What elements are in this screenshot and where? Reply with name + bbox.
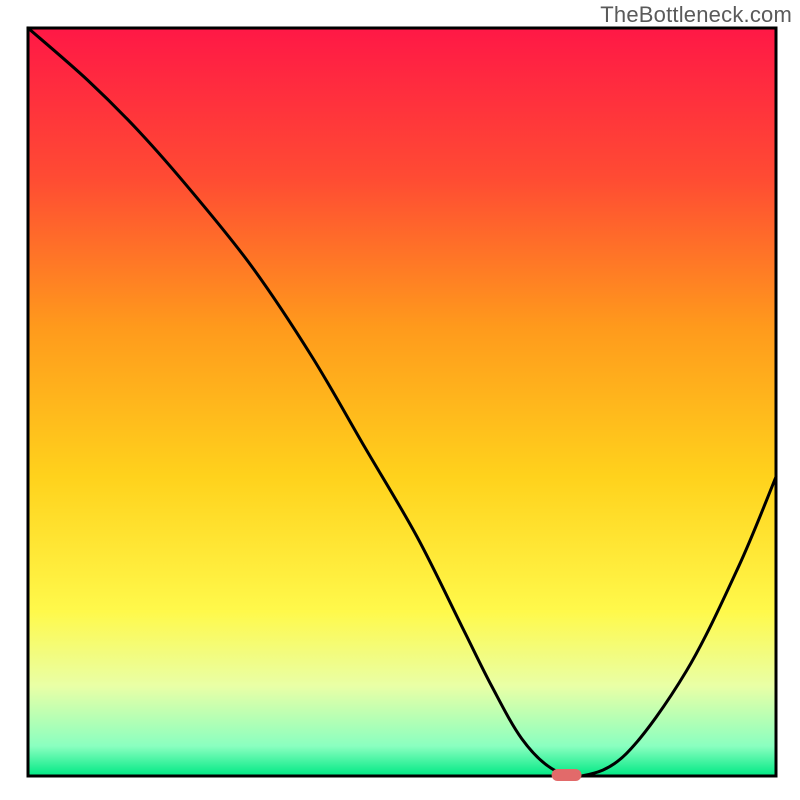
chart-svg: [0, 0, 800, 800]
chart-stage: TheBottleneck.com: [0, 0, 800, 800]
optimal-marker: [552, 769, 582, 781]
plot-background: [28, 28, 776, 776]
